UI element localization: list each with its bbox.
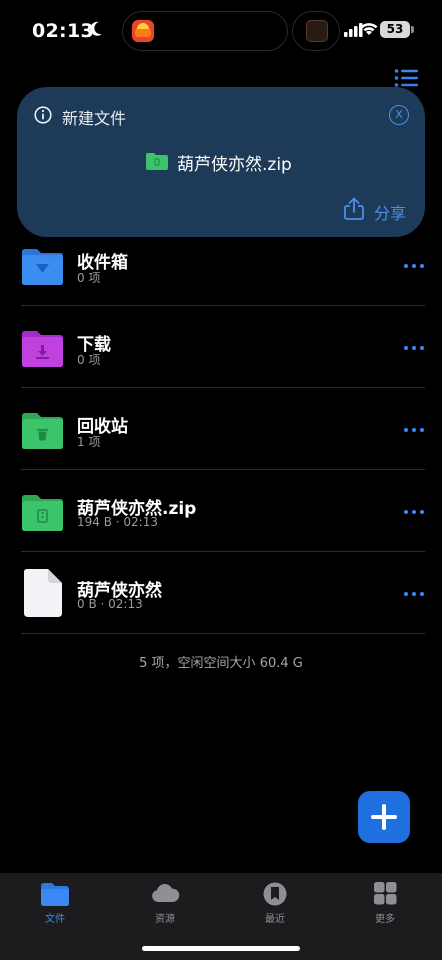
inbox-folder-icon xyxy=(22,249,63,285)
share-icon xyxy=(344,197,364,220)
battery-icon: 53 xyxy=(380,21,410,38)
more-options-icon[interactable] xyxy=(402,426,426,434)
grid-icon xyxy=(374,882,397,905)
banner-file[interactable]: 葫芦侠亦然.zip xyxy=(17,149,425,175)
tab-more[interactable]: 更多 xyxy=(330,873,440,933)
tab-resources[interactable]: 资源 xyxy=(110,873,220,933)
file-meta: 0 项 xyxy=(77,353,101,367)
folder-icon xyxy=(146,153,168,170)
tab-recent[interactable]: 最近 xyxy=(220,873,330,933)
more-options-icon[interactable] xyxy=(402,344,426,352)
banner-title: 新建文件 xyxy=(62,109,127,128)
list-item-document[interactable]: 葫芦侠亦然 0 B · 02:13 xyxy=(0,552,442,634)
app-activity-icon[interactable] xyxy=(132,20,154,42)
list-item-zip[interactable]: 葫芦侠亦然.zip 194 B · 02:13 xyxy=(0,470,442,552)
status-bar: 02:13 53 xyxy=(0,0,442,62)
tab-label: 最近 xyxy=(265,914,285,925)
divider xyxy=(21,633,425,634)
more-options-icon[interactable] xyxy=(402,262,426,270)
banner-file-name: 葫芦侠亦然.zip xyxy=(177,155,292,175)
more-options-icon[interactable] xyxy=(402,508,426,516)
download-folder-icon xyxy=(22,331,63,367)
new-file-banner[interactable]: 新建文件 X 葫芦侠亦然.zip 分享 xyxy=(17,87,425,237)
tab-label: 更多 xyxy=(375,914,395,925)
folder-icon xyxy=(41,883,69,906)
battery-tip xyxy=(411,26,414,33)
share-label: 分享 xyxy=(374,204,407,223)
document-icon xyxy=(24,569,62,617)
list-item-trash[interactable]: 回收站 1 项 xyxy=(0,388,442,470)
more-options-icon[interactable] xyxy=(402,590,426,598)
tab-label: 文件 xyxy=(45,914,65,925)
file-meta: 0 项 xyxy=(77,271,101,285)
status-time: 02:13 xyxy=(32,20,94,42)
list-view-icon[interactable] xyxy=(394,68,418,88)
add-button[interactable] xyxy=(358,791,410,843)
trash-folder-icon xyxy=(22,413,63,449)
moon-icon xyxy=(90,21,102,36)
media-artwork-icon xyxy=(306,20,328,42)
list-item-downloads[interactable]: 下载 0 项 xyxy=(0,306,442,388)
bookmark-icon xyxy=(263,882,287,906)
zip-folder-icon xyxy=(22,495,63,531)
dynamic-island[interactable] xyxy=(122,11,288,51)
file-meta: 1 项 xyxy=(77,435,101,449)
wifi-icon xyxy=(360,23,378,35)
cloud-icon xyxy=(152,884,180,902)
home-indicator[interactable] xyxy=(142,946,300,951)
tab-label: 资源 xyxy=(155,914,175,925)
close-icon[interactable]: X xyxy=(389,105,409,125)
tab-files[interactable]: 文件 xyxy=(0,873,110,933)
info-icon xyxy=(34,106,52,124)
file-meta: 0 B · 02:13 xyxy=(77,597,143,611)
storage-summary: 5 项，空闲空间大小 60.4 G xyxy=(139,656,303,671)
now-playing-island[interactable] xyxy=(292,11,340,51)
file-meta: 194 B · 02:13 xyxy=(77,515,158,529)
